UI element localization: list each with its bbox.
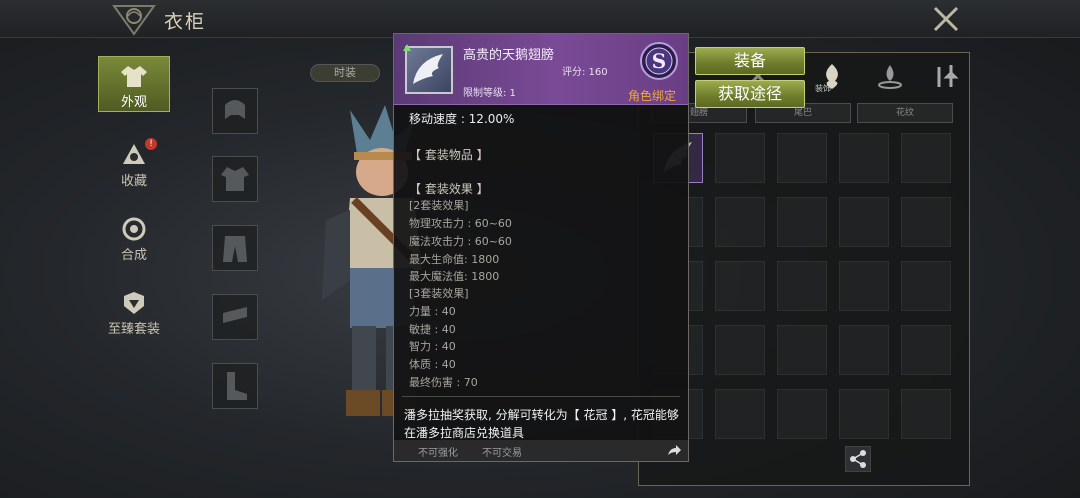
share-icon[interactable]: [845, 446, 871, 472]
not-tradeable-label: 不可交易: [482, 448, 522, 459]
move-speed-stat: 移动速度 : 12.00%: [409, 112, 515, 126]
wardrobe-cell[interactable]: [839, 261, 889, 311]
set3-stat: 敏捷 : 40: [409, 323, 456, 336]
subtab-tail-label: 尾巴: [793, 108, 812, 118]
wardrobe-cell[interactable]: [715, 261, 765, 311]
wardrobe-cell[interactable]: [777, 325, 827, 375]
wardrobe-cell[interactable]: [839, 133, 889, 183]
item-name: 高贵的天鹅翅膀: [463, 48, 555, 63]
pants-icon: [223, 236, 247, 262]
slot-top[interactable]: [212, 156, 258, 202]
page-title: 衣柜: [164, 11, 207, 33]
swan-wing-icon: [413, 54, 443, 84]
synthesis-icon: [122, 217, 146, 241]
wardrobe-cell[interactable]: [901, 197, 951, 247]
wardrobe-cell[interactable]: [901, 261, 951, 311]
item-level-requirement: 限制等级: 1: [463, 88, 516, 99]
set3-stat: 体质 : 40: [409, 358, 456, 371]
share-arrow-icon[interactable]: [666, 443, 682, 457]
tooltip-footer: 不可强化 不可交易: [394, 440, 688, 461]
wardrobe-cell[interactable]: [715, 325, 765, 375]
top-icon: [221, 167, 249, 191]
wardrobe-cell[interactable]: [777, 197, 827, 247]
tab-collection[interactable]: ! 收藏: [98, 136, 170, 192]
wardrobe-cell[interactable]: [715, 389, 765, 439]
close-icon[interactable]: [930, 4, 962, 34]
wardrobe-cell[interactable]: [777, 389, 827, 439]
wardrobe-cell[interactable]: [839, 389, 889, 439]
subtab-wings-label: 翅膀: [689, 108, 708, 118]
tab-synthesis-label: 合成: [120, 248, 147, 263]
slot-pants[interactable]: [212, 225, 258, 271]
not-enhanceable-label: 不可强化: [418, 448, 458, 459]
grade-badge-icon: S: [640, 42, 678, 80]
decoration-category-label: 装饰: [815, 84, 831, 93]
wardrobe-cell[interactable]: [901, 325, 951, 375]
tooltip-header: 高贵的天鹅翅膀 评分: 160 限制等级: 1 S 角色绑定: [394, 34, 688, 105]
bind-status: 角色绑定: [628, 89, 677, 103]
slot-helmet[interactable]: [212, 88, 258, 134]
wardrobe-cell[interactable]: [715, 133, 765, 183]
effect-category-icon[interactable]: [875, 61, 905, 91]
subtab-pattern-label: 花纹: [895, 108, 914, 118]
outfit-icon: [121, 66, 147, 87]
upgrade-arrow-icon: [403, 44, 411, 51]
tools-category-icon[interactable]: [931, 61, 961, 91]
tab-synthesis[interactable]: 合成: [98, 210, 170, 266]
wardrobe-cell[interactable]: [839, 325, 889, 375]
item-score: 评分: 160: [562, 67, 608, 78]
obtain-method-button[interactable]: 获取途径: [695, 80, 805, 108]
helmet-icon: [225, 100, 245, 119]
set-effect-header: 【 套装效果 】: [409, 182, 489, 196]
set3-stat: 智力 : 40: [409, 340, 456, 353]
item-icon-frame: [405, 46, 453, 94]
set2-stat: 物理攻击力 : 60~60: [409, 217, 512, 230]
slot-shoes[interactable]: [212, 363, 258, 409]
set3-stat: 最终伤害 : 70: [409, 376, 478, 389]
shoes-icon: [227, 372, 247, 400]
wardrobe-cell[interactable]: [777, 133, 827, 183]
wardrobe-cell[interactable]: [901, 389, 951, 439]
tooltip-divider: [402, 396, 680, 397]
wardrobe-cell[interactable]: [715, 197, 765, 247]
slot-belt[interactable]: [212, 294, 258, 340]
set-items-header: 【 套装物品 】: [409, 148, 489, 162]
set2-header: [2套装效果]: [409, 199, 469, 212]
wardrobe-cell[interactable]: [901, 133, 951, 183]
item-description: 潘多拉抽奖获取, 分解可转化为【 花冠 】, 花冠能够在潘多拉商店兑换道具: [404, 408, 679, 440]
tab-premium-set[interactable]: 至臻套装: [98, 284, 170, 340]
set3-stat: 力量 : 40: [409, 305, 456, 318]
filter-pill[interactable]: 时装: [310, 64, 380, 82]
dragon-emblem-icon: [112, 5, 156, 36]
set2-stat: 魔法攻击力 : 60~60: [409, 235, 512, 248]
set2-stat: 最大魔法值: 1800: [409, 270, 500, 283]
wardrobe-cell[interactable]: [839, 197, 889, 247]
subtab-pattern[interactable]: 花纹: [857, 103, 953, 123]
tab-premium-set-label: 至臻套装: [107, 322, 160, 337]
tab-collection-label: 收藏: [120, 174, 147, 189]
equip-button[interactable]: 装备: [695, 47, 805, 75]
tab-appearance-label: 外观: [120, 95, 147, 110]
premium-set-icon: [124, 292, 144, 314]
tab-appearance[interactable]: 外观: [98, 56, 170, 112]
wardrobe-cell[interactable]: [777, 261, 827, 311]
grade-letter: S: [652, 49, 666, 73]
notification-badge: !: [145, 138, 157, 150]
item-tooltip: 高贵的天鹅翅膀 评分: 160 限制等级: 1 S 角色绑定 移动速度 : 12…: [393, 33, 689, 462]
set2-stat: 最大生命值: 1800: [409, 253, 500, 266]
set3-header: [3套装效果]: [409, 287, 469, 300]
belt-icon: [223, 307, 247, 323]
